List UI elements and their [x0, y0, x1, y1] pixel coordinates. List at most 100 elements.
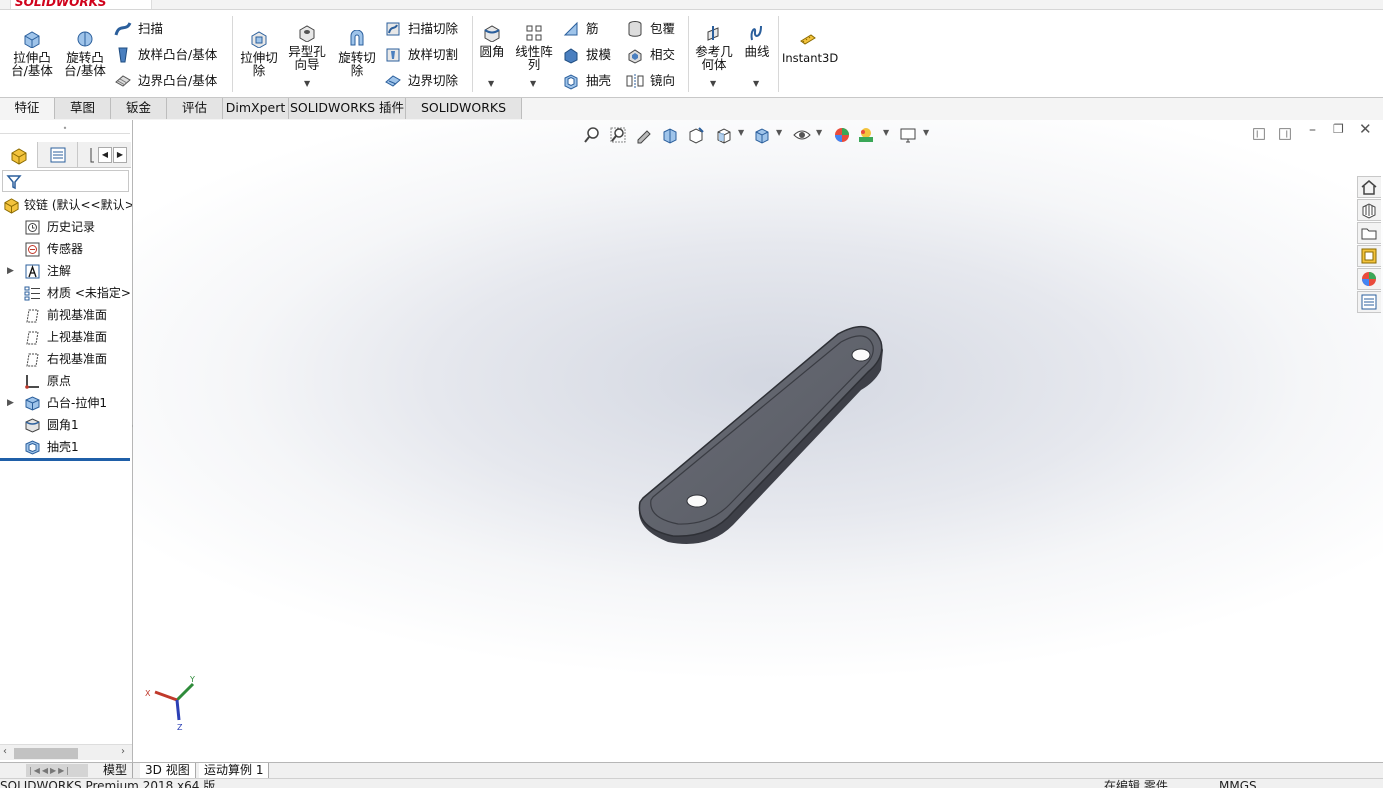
panel-splitter-handle[interactable]: • [0, 124, 130, 134]
tab-sketch[interactable]: 草图 [55, 98, 111, 119]
curves-label: 曲线 [744, 44, 770, 59]
tab-scroll-right[interactable]: ▶ [113, 147, 127, 163]
instant3d-button[interactable]: Instant3D [782, 30, 838, 65]
loft-boss-button[interactable]: 放样凸台/基体 [114, 44, 217, 66]
tab-evaluate[interactable]: 评估 [167, 98, 223, 119]
linear-pattern-button[interactable]: 线性阵 列 [512, 24, 556, 71]
rib-button[interactable]: 筋 [562, 18, 599, 40]
tab-addins[interactable]: SOLIDWORKS 插件 [289, 98, 406, 119]
hole-wizard-dropdown[interactable]: ▼ [304, 79, 310, 88]
plane-icon [26, 309, 39, 323]
draft-icon [564, 48, 578, 64]
tree-item-origin[interactable]: 原点 [0, 370, 132, 392]
tab-features[interactable]: 特征 [0, 98, 55, 119]
tree-item-history[interactable]: 历史记录 [0, 216, 132, 238]
sweep-icon [114, 22, 132, 36]
part-icon [4, 198, 19, 214]
boundary-boss-label: 边界凸台/基体 [138, 73, 218, 88]
intersect-label: 相交 [650, 47, 676, 62]
task-pane-appearances-tab[interactable] [1357, 268, 1381, 290]
task-pane-file-explorer-tab[interactable] [1357, 222, 1381, 244]
scroll-right-arrow[interactable]: › [121, 746, 125, 757]
tree-item-shell1[interactable]: 抽壳1 [0, 436, 132, 458]
linear-pattern-dropdown[interactable]: ▼ [530, 79, 536, 88]
tree-item-label: 圆角1 [47, 418, 79, 432]
mirror-button[interactable]: 镜向 [626, 70, 675, 92]
sweep-button[interactable]: 扫描 [114, 18, 163, 40]
status-bar: SOLIDWORKS Premium 2018 x64 版 在编辑 零件 MMG… [0, 778, 1383, 788]
triad-x-label: X [145, 689, 151, 698]
curves-button[interactable]: 曲线 [740, 24, 774, 58]
tab-nav-arrows[interactable]: |◀◀▶▶| [26, 764, 88, 777]
task-pane-view-palette-tab[interactable] [1357, 245, 1381, 267]
tree-item-right-plane[interactable]: 右视基准面 [0, 348, 132, 370]
tree-item-annotations[interactable]: ▶ 注解 [0, 260, 132, 282]
tab-3d-view[interactable]: 3D 视图 [140, 763, 196, 778]
feature-manager-panel: • ◀ ▶ 铰链 (默认<<默认> 历史记录 传感器 ▶ 注解 材质 <未指定> 前视基准… [0, 120, 136, 762]
sensor-icon [25, 242, 40, 257]
extrude-boss-button[interactable]: 拉伸凸 台/基体 [8, 30, 56, 77]
instant3d-label: Instant3D [782, 51, 839, 65]
revolve-cut-button[interactable]: 旋转切 除 [334, 30, 380, 77]
tab-dimxpert[interactable]: DimXpert [223, 98, 289, 119]
tab-scroll-left[interactable]: ◀ [98, 147, 112, 163]
tree-item-top-plane[interactable]: 上视基准面 [0, 326, 132, 348]
feature-manager-tab[interactable] [0, 142, 38, 168]
hole-wizard-icon [299, 25, 315, 42]
swept-cut-button[interactable]: 扫描切除 [384, 18, 458, 40]
property-manager-tab[interactable] [38, 142, 78, 168]
part-model[interactable] [133, 120, 1383, 762]
filter-box[interactable] [2, 170, 129, 192]
part-body [638, 325, 883, 537]
reference-geometry-dropdown[interactable]: ▼ [710, 79, 716, 88]
unit-system[interactable]: MMGS [1219, 780, 1257, 788]
boundary-boss-button[interactable]: 边界凸台/基体 [114, 70, 217, 92]
lofted-cut-button[interactable]: 放样切割 [384, 44, 458, 66]
tree-item-sensors[interactable]: 传感器 [0, 238, 132, 260]
boundary-cut-button[interactable]: 边界切除 [384, 70, 458, 92]
tab-model[interactable]: 模型 [98, 763, 134, 778]
tab-sheet-metal[interactable]: 钣金 [111, 98, 167, 119]
solidworks-logo[interactable]: SOLIDWORKS [10, 0, 152, 9]
tree-item-boss-extrude1[interactable]: ▶ 凸台-拉伸1 [0, 392, 132, 414]
reference-geometry-label: 参考几 何体 [695, 44, 733, 72]
filter-icon [6, 175, 22, 190]
scroll-left-arrow[interactable]: ‹ [3, 746, 7, 757]
intersect-icon [628, 49, 642, 64]
tree-item-fillet1[interactable]: 圆角1 [0, 414, 132, 436]
tree-item-material[interactable]: 材质 <未指定> [0, 282, 132, 304]
graphics-area[interactable]: ▼ ▼ ▼ ▼ ▼ – ❐ ✕ X Y Z [133, 120, 1383, 762]
window-controls[interactable] [1240, 0, 1300, 6]
hole-wizard-button[interactable]: 异型孔 向导 [285, 24, 329, 71]
rollback-bar[interactable] [0, 458, 130, 461]
task-pane-custom-properties-tab[interactable] [1357, 291, 1381, 313]
reference-geometry-button[interactable]: 参考几 何体 [692, 24, 736, 71]
tab-mbd[interactable]: SOLIDWORKS MBD [406, 98, 522, 135]
fillet-button[interactable]: 圆角 [476, 24, 508, 58]
shell-button[interactable]: 抽壳 [562, 70, 611, 92]
tree-root-part[interactable]: 铰链 (默认<<默认> [0, 194, 132, 216]
intersect-button[interactable]: 相交 [626, 44, 675, 66]
fillet-dropdown[interactable]: ▼ [488, 79, 494, 88]
design-library-icon [1362, 203, 1376, 219]
extrude-cut-button[interactable]: 拉伸切 除 [236, 30, 282, 77]
ribbon-separator [688, 16, 689, 92]
task-pane-home-tab[interactable] [1357, 176, 1381, 198]
tree-item-front-plane[interactable]: 前视基准面 [0, 304, 132, 326]
wrap-button[interactable]: 包覆 [626, 18, 675, 40]
loft-boss-label: 放样凸台/基体 [138, 47, 218, 62]
draft-button[interactable]: 拔模 [562, 44, 611, 66]
lofted-cut-label: 放样切割 [408, 47, 459, 62]
task-pane-resources-tab[interactable] [1357, 199, 1381, 221]
loft-boss-icon [118, 47, 128, 63]
revolve-boss-button[interactable]: 旋转凸 台/基体 [60, 30, 110, 77]
scrollbar-thumb[interactable] [14, 748, 78, 759]
curves-dropdown[interactable]: ▼ [753, 79, 759, 88]
shell-feature-icon [25, 440, 40, 455]
folder-icon [1361, 228, 1377, 240]
tab-motion-study[interactable]: 运动算例 1 [199, 763, 270, 778]
expand-arrow-icon[interactable]: ▶ [7, 392, 14, 414]
expand-arrow-icon[interactable]: ▶ [7, 260, 14, 282]
horizontal-scrollbar[interactable]: ‹ › [0, 744, 132, 760]
config-manager-tab[interactable] [78, 142, 98, 168]
